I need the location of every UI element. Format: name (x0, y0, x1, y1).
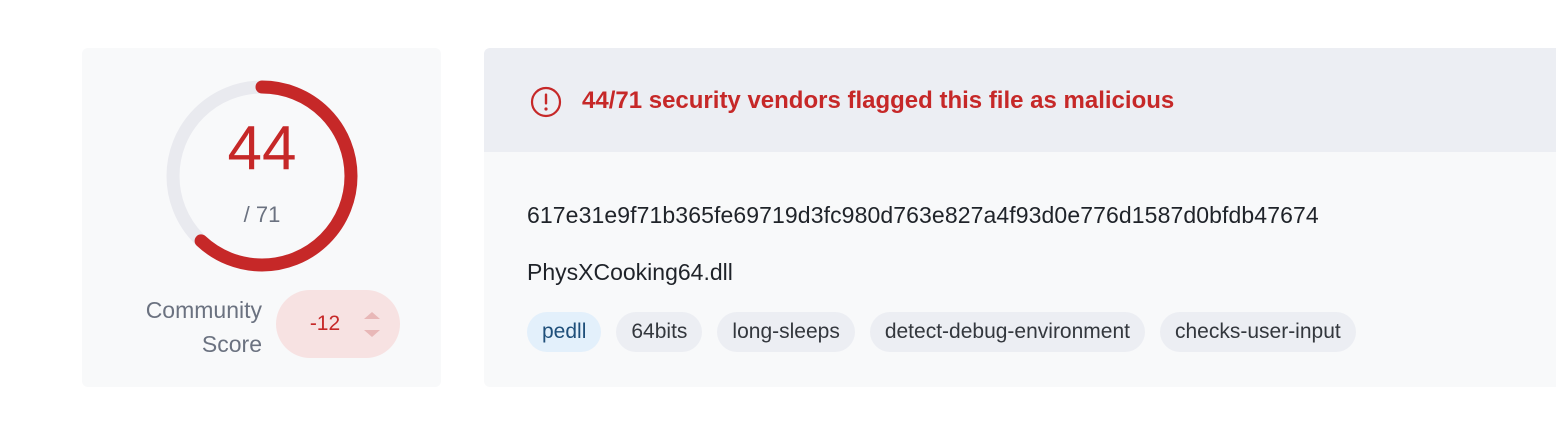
tag[interactable]: pedll (527, 312, 602, 352)
tag[interactable]: 64bits (616, 312, 703, 352)
community-score-label: Community Score (145, 297, 262, 357)
tag[interactable]: checks-user-input (1159, 312, 1356, 352)
alert-message: 44/71 security vendors flagged this file… (582, 87, 1175, 114)
tag[interactable]: long-sleeps (717, 312, 855, 352)
detection-alert-banner: 44/71 security vendors flagged this file… (484, 48, 1556, 152)
detections-count: 44 (227, 114, 297, 183)
file-detail-card: 44/71 security vendors flagged this file… (484, 48, 1556, 387)
detection-score-card: 44 / 71 Community Score -12 (82, 48, 441, 387)
downvote-icon[interactable] (364, 330, 380, 337)
community-score-value: -12 (309, 312, 341, 335)
exclamation-circle-icon (530, 86, 562, 123)
upvote-icon[interactable] (364, 312, 380, 319)
total-engines: / 71 (243, 202, 281, 227)
file-name: PhysXCooking64.dll (527, 259, 733, 285)
tag[interactable]: detect-debug-environment (869, 312, 1145, 352)
community-score-pill: -12 (276, 290, 400, 358)
tag-list: pedll 64bits long-sleeps detect-debug-en… (527, 312, 1356, 352)
detection-gauge: 44 / 71 (160, 74, 364, 278)
file-hash[interactable]: 617e31e9f71b365fe69719d3fc980d763e827a4f… (527, 200, 1319, 230)
